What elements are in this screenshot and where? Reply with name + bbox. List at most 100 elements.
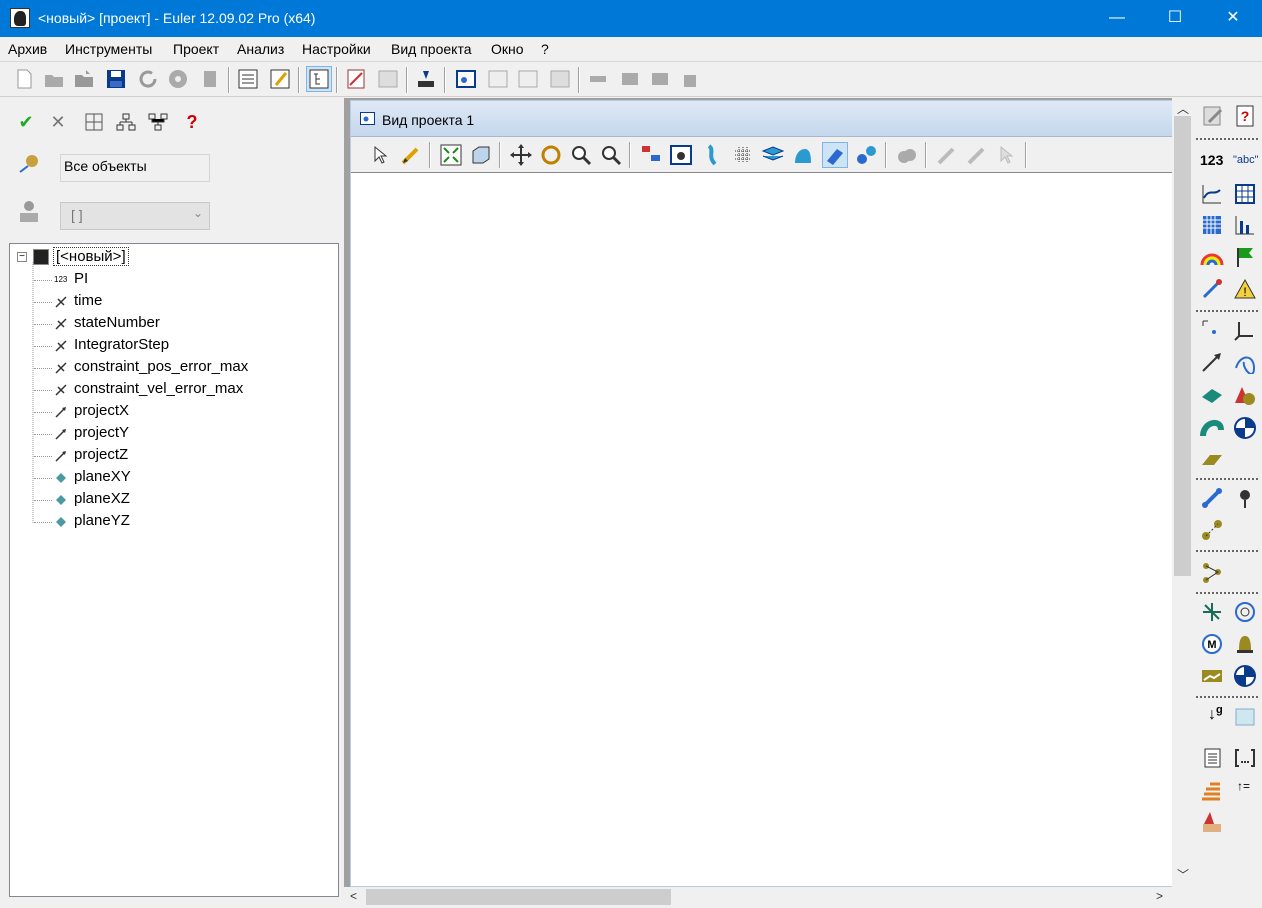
contact-icon[interactable] bbox=[1200, 560, 1224, 584]
close-button[interactable]: ✕ bbox=[1204, 0, 1262, 37]
menu-help[interactable]: ? bbox=[541, 41, 549, 57]
mechanism3-icon[interactable] bbox=[680, 67, 704, 91]
list-item[interactable]: IntegratorStep bbox=[10, 336, 310, 356]
text-tool[interactable]: "abc" bbox=[1233, 154, 1259, 178]
horizontal-scrollbar[interactable]: < > bbox=[344, 887, 1172, 907]
torque-icon[interactable] bbox=[1233, 600, 1257, 624]
joint-icon[interactable] bbox=[1200, 486, 1224, 510]
warning-icon[interactable]: ! bbox=[1233, 277, 1257, 301]
curve-icon[interactable] bbox=[701, 143, 725, 167]
equals-icon[interactable]: ↑= bbox=[1233, 778, 1257, 802]
menu-settings[interactable]: Настройки bbox=[302, 41, 371, 57]
vertical-scrollbar[interactable]: ︿ ﹀ bbox=[1172, 98, 1193, 887]
spheres-icon[interactable] bbox=[855, 143, 879, 167]
all-disabled-icon[interactable] bbox=[965, 143, 989, 167]
probe-icon[interactable] bbox=[1200, 277, 1224, 301]
table-icon[interactable] bbox=[1233, 182, 1257, 206]
fit-view-icon[interactable] bbox=[439, 143, 463, 167]
help-icon[interactable]: ? bbox=[182, 112, 202, 132]
group-combo[interactable]: [ ] ⌄ bbox=[60, 202, 210, 230]
select-icon[interactable] bbox=[369, 143, 393, 167]
pan-icon[interactable] bbox=[509, 143, 533, 167]
document-icon[interactable] bbox=[1200, 746, 1224, 770]
frame-icon[interactable] bbox=[1233, 318, 1257, 342]
rotate-icon[interactable] bbox=[539, 143, 563, 167]
view-window-icon[interactable] bbox=[454, 67, 478, 91]
cloud-icon[interactable] bbox=[895, 143, 919, 167]
pointer-disabled-icon[interactable] bbox=[995, 143, 1019, 167]
list-item[interactable]: projectY bbox=[10, 424, 310, 444]
object-tree[interactable]: − [<новый>] 123 PI time stateNumber Inte… bbox=[9, 243, 339, 897]
script-icon[interactable] bbox=[344, 67, 368, 91]
rainbow-icon[interactable] bbox=[1200, 245, 1224, 269]
maximize-button[interactable]: ☐ bbox=[1146, 0, 1204, 37]
horizontal-scroll-thumb[interactable] bbox=[366, 889, 671, 905]
app-logo-icon[interactable] bbox=[10, 8, 30, 28]
new-file-icon[interactable] bbox=[12, 67, 36, 91]
tree-view-icon[interactable] bbox=[306, 66, 332, 92]
scroll-up-icon[interactable]: ︿ bbox=[1177, 100, 1189, 117]
menu-project-view[interactable]: Вид проекта bbox=[391, 41, 471, 57]
shaded-icon[interactable] bbox=[822, 142, 848, 168]
menu-project[interactable]: Проект bbox=[173, 41, 219, 57]
reload-icon[interactable] bbox=[136, 67, 160, 91]
zoom-in-icon[interactable] bbox=[569, 143, 593, 167]
surface-icon[interactable] bbox=[1200, 416, 1224, 440]
volume-icon[interactable] bbox=[1233, 704, 1257, 728]
list-item[interactable]: 123 PI bbox=[10, 270, 310, 290]
histogram-icon[interactable] bbox=[1233, 213, 1257, 237]
list-item[interactable]: stateNumber bbox=[10, 314, 310, 334]
curve-tool-icon[interactable] bbox=[1233, 350, 1257, 374]
orange-stack-icon[interactable] bbox=[1200, 778, 1224, 802]
list-item[interactable]: projectX bbox=[10, 402, 310, 422]
scroll-right-icon[interactable]: > bbox=[1156, 889, 1163, 903]
bodies-icon[interactable] bbox=[1200, 810, 1224, 834]
grid-icon[interactable] bbox=[84, 112, 104, 132]
solid-icon[interactable] bbox=[791, 143, 815, 167]
3d-view-canvas[interactable] bbox=[355, 173, 1173, 886]
properties-icon[interactable] bbox=[236, 67, 260, 91]
vertical-scroll-thumb[interactable] bbox=[1174, 116, 1191, 576]
center-of-mass-icon[interactable] bbox=[1233, 416, 1257, 440]
zoom-out-icon[interactable] bbox=[599, 143, 623, 167]
film-icon[interactable] bbox=[198, 67, 222, 91]
edit-note-icon[interactable] bbox=[1201, 104, 1225, 128]
edit-icon[interactable] bbox=[268, 67, 292, 91]
mesh-icon[interactable] bbox=[731, 143, 755, 167]
layers-icon[interactable] bbox=[761, 143, 785, 167]
simulation-icon[interactable] bbox=[414, 67, 438, 91]
list-item[interactable]: planeYZ bbox=[10, 512, 310, 532]
flag-icon[interactable] bbox=[1233, 245, 1257, 269]
list-item[interactable]: time bbox=[10, 292, 310, 312]
list-item[interactable]: constraint_vel_error_max bbox=[10, 380, 310, 400]
brackets-icon[interactable] bbox=[1233, 746, 1257, 770]
settings-window-icon[interactable] bbox=[669, 143, 693, 167]
mechanism2-icon[interactable] bbox=[648, 67, 672, 91]
box-view-icon[interactable] bbox=[469, 143, 493, 167]
link-disabled-icon[interactable] bbox=[935, 143, 959, 167]
minimize-button[interactable]: — bbox=[1088, 0, 1146, 37]
matrix-icon[interactable] bbox=[1200, 213, 1224, 237]
report-icon[interactable] bbox=[376, 67, 400, 91]
mechanism-icon[interactable] bbox=[618, 67, 642, 91]
menu-tools[interactable]: Инструменты bbox=[65, 41, 152, 57]
collapse-icon[interactable]: − bbox=[17, 252, 27, 262]
open-folder-icon[interactable] bbox=[72, 67, 96, 91]
pencil-icon[interactable] bbox=[399, 143, 423, 167]
project-view-titlebar[interactable]: Вид проекта 1 bbox=[351, 101, 1173, 137]
motor-icon[interactable]: M bbox=[1200, 632, 1224, 656]
graph-icon[interactable] bbox=[1200, 182, 1224, 206]
list-item[interactable]: planeXY bbox=[10, 468, 310, 488]
force-icon[interactable] bbox=[1200, 600, 1224, 624]
damper-icon[interactable] bbox=[1233, 632, 1257, 656]
vector-tool-icon[interactable] bbox=[1200, 350, 1224, 374]
open-file-icon[interactable] bbox=[42, 67, 66, 91]
table-window-icon[interactable] bbox=[516, 67, 540, 91]
point-icon[interactable] bbox=[1200, 318, 1224, 342]
tree-root-label[interactable]: [<новый>] bbox=[53, 247, 129, 266]
pin-joint-icon[interactable] bbox=[1233, 486, 1257, 510]
scroll-left-icon[interactable]: < bbox=[350, 889, 357, 903]
menu-archive[interactable]: Архив bbox=[8, 41, 47, 57]
menu-analysis[interactable]: Анализ bbox=[237, 41, 284, 57]
shapes-icon[interactable] bbox=[1233, 383, 1257, 407]
